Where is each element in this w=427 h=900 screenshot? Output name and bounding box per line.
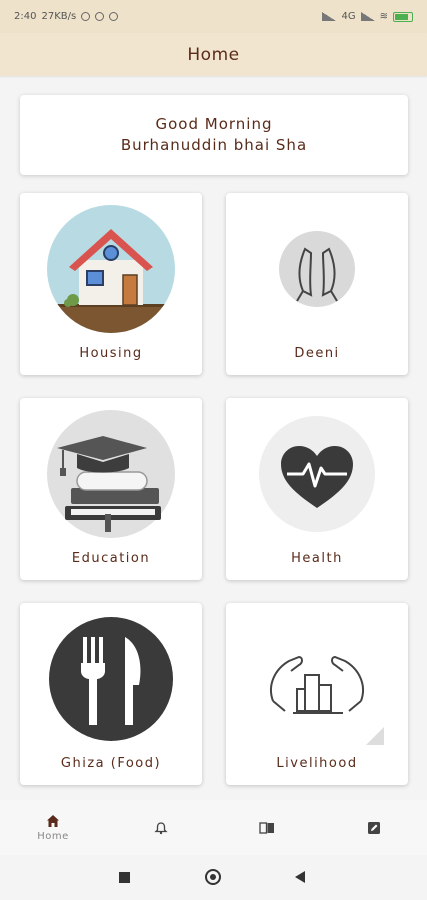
app-notification-icon [95, 12, 105, 21]
tile-label: Health [291, 551, 343, 566]
status-bar: 2:40 27KB/s 4G ≋ [0, 0, 427, 33]
bottom-navigation: Home [0, 800, 427, 855]
wifi-icon: ≋ [379, 11, 388, 22]
battery-icon [393, 11, 413, 22]
tile-label: Ghiza (Food) [60, 756, 162, 771]
status-network-speed: 27KB/s [41, 11, 77, 22]
home-icon [47, 814, 59, 827]
system-navigation-bar [0, 855, 427, 900]
nav-home[interactable]: Home [20, 800, 86, 855]
tile-education[interactable]: Education [20, 398, 202, 580]
status-time: 2:40 [14, 11, 37, 22]
user-name: Burhanuddin bhai Sha [120, 136, 308, 154]
nav-library[interactable] [234, 800, 300, 855]
greeting-line: Good Morning [155, 115, 273, 133]
tile-livelihood[interactable]: Livelihood [226, 603, 408, 785]
tile-housing[interactable]: Housing [20, 193, 202, 375]
nav-edit[interactable] [341, 800, 407, 855]
tile-label: Livelihood [276, 756, 358, 771]
tile-food[interactable]: Ghiza (Food) [20, 603, 202, 785]
tile-label: Deeni [294, 346, 340, 361]
bell-icon [154, 821, 168, 834]
nav-notifications[interactable] [128, 800, 194, 855]
tile-health[interactable]: Health [226, 398, 408, 580]
books-graduation-cap-icon [47, 410, 175, 538]
tile-label: Housing [79, 346, 143, 361]
greeting-card: Good Morning Burhanuddin bhai Sha [20, 95, 408, 175]
tile-deeni[interactable]: Deeni [226, 193, 408, 375]
app-bar: Home [0, 33, 427, 76]
nav-home-label: Home [37, 830, 69, 842]
back-icon[interactable] [294, 871, 306, 883]
network-type-label: 4G [341, 11, 356, 22]
home-system-icon[interactable] [205, 869, 221, 885]
page-title: Home [187, 44, 240, 65]
recent-apps-icon[interactable] [119, 872, 130, 883]
praying-hands-icon [279, 231, 355, 307]
app-notification-icon [109, 12, 119, 21]
fork-knife-icon [49, 617, 173, 741]
hands-building-icon [270, 655, 364, 714]
heartbeat-icon [259, 416, 375, 532]
book-icon [259, 821, 274, 834]
resize-corner-icon [366, 727, 384, 745]
tile-label: Education [71, 551, 151, 566]
house-icon [47, 205, 175, 333]
signal-icon [360, 12, 375, 21]
alarm-icon [81, 12, 91, 21]
signal-icon [322, 12, 337, 21]
edit-icon [368, 821, 380, 834]
